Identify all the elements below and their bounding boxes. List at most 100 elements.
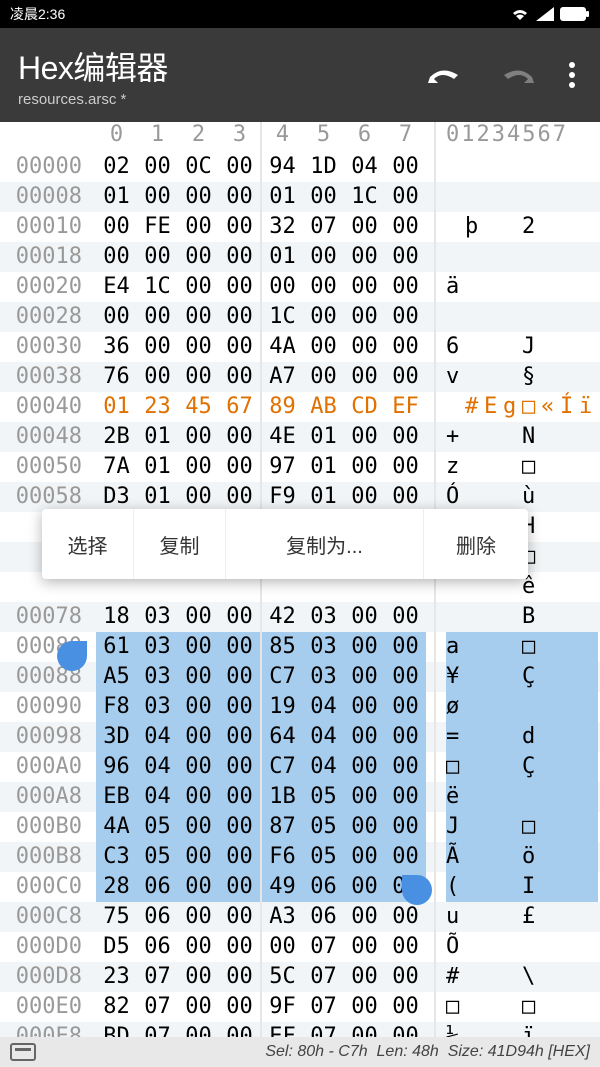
hex-cell[interactable]: 00 xyxy=(344,452,385,482)
hex-cell[interactable]: EB xyxy=(96,782,137,812)
hex-cell[interactable]: 04 xyxy=(137,752,178,782)
ascii-cell[interactable] xyxy=(503,722,522,752)
ascii-cell[interactable] xyxy=(541,272,560,302)
ascii-cell[interactable] xyxy=(560,662,579,692)
ascii-cell[interactable]: ë xyxy=(446,782,465,812)
ascii-cell[interactable] xyxy=(579,812,598,842)
hex-cell[interactable]: 01 xyxy=(137,452,178,482)
ascii-cell[interactable] xyxy=(579,362,598,392)
ascii-cell[interactable] xyxy=(541,782,560,812)
hex-cell[interactable]: E4 xyxy=(96,272,137,302)
hex-cell[interactable]: 00 xyxy=(344,362,385,392)
ascii-cell[interactable]: □ xyxy=(446,992,465,1022)
ascii-cell[interactable] xyxy=(503,212,522,242)
ascii-cell[interactable] xyxy=(503,632,522,662)
hex-cell[interactable]: 00 xyxy=(303,182,344,212)
ascii-cell[interactable] xyxy=(541,572,560,602)
hex-cell[interactable]: 00 xyxy=(219,632,260,662)
ascii-cell[interactable] xyxy=(465,482,484,512)
ascii-cell[interactable] xyxy=(560,752,579,782)
ascii-cell[interactable]: 6 xyxy=(446,332,465,362)
ascii-cell[interactable] xyxy=(465,782,484,812)
hex-cell[interactable]: C7 xyxy=(262,752,303,782)
hex-cell[interactable]: 3D xyxy=(96,722,137,752)
ascii-cell[interactable] xyxy=(522,242,541,272)
ascii-cell[interactable] xyxy=(503,242,522,272)
ascii-cell[interactable] xyxy=(446,302,465,332)
hex-cell[interactable]: 00 xyxy=(178,272,219,302)
hex-row[interactable]: 000180000000001000000 xyxy=(0,242,600,272)
ascii-cell[interactable] xyxy=(560,182,579,212)
hex-cell[interactable]: 01 xyxy=(262,242,303,272)
hex-row[interactable]: 000B8C3050000F6050000Ãö xyxy=(0,842,600,872)
hex-row[interactable]: 000C02806000049060000(I xyxy=(0,872,600,902)
hex-cell[interactable]: 00 xyxy=(178,722,219,752)
ascii-cell[interactable] xyxy=(579,512,598,542)
ascii-cell[interactable] xyxy=(560,602,579,632)
hex-cell[interactable]: 00 xyxy=(178,872,219,902)
hex-cell[interactable]: 4E xyxy=(262,422,303,452)
ascii-cell[interactable] xyxy=(484,692,503,722)
ascii-cell[interactable] xyxy=(484,242,503,272)
hex-cell[interactable]: 00 xyxy=(344,782,385,812)
ascii-cell[interactable] xyxy=(560,782,579,812)
ascii-cell[interactable] xyxy=(484,662,503,692)
ascii-cell[interactable] xyxy=(560,962,579,992)
hex-cell[interactable]: 00 xyxy=(219,332,260,362)
ascii-cell[interactable] xyxy=(579,272,598,302)
menu-select[interactable]: 选择 xyxy=(42,509,134,579)
ascii-cell[interactable] xyxy=(522,302,541,332)
hex-cell[interactable]: 00 xyxy=(385,482,426,512)
hex-cell[interactable]: 04 xyxy=(303,692,344,722)
hex-cell[interactable]: 05 xyxy=(137,842,178,872)
hex-cell[interactable]: 00 xyxy=(303,242,344,272)
hex-cell[interactable]: 04 xyxy=(303,752,344,782)
ascii-cell[interactable] xyxy=(541,632,560,662)
hex-cell[interactable]: 42 xyxy=(262,602,303,632)
hex-cell[interactable]: 01 xyxy=(303,482,344,512)
hex-cell[interactable]: 05 xyxy=(303,842,344,872)
ascii-cell[interactable] xyxy=(503,362,522,392)
hex-cell[interactable]: 00 xyxy=(385,182,426,212)
ascii-cell[interactable] xyxy=(484,362,503,392)
hex-row[interactable]: 000983D04000064040000=d xyxy=(0,722,600,752)
ascii-cell[interactable]: « xyxy=(541,392,560,422)
hex-cell[interactable]: 00 xyxy=(178,842,219,872)
ascii-cell[interactable] xyxy=(484,752,503,782)
hex-cell[interactable]: 00 xyxy=(385,242,426,272)
hex-cell[interactable]: 03 xyxy=(137,692,178,722)
ascii-cell[interactable] xyxy=(541,212,560,242)
hex-row[interactable]: 00030360000004A0000006J xyxy=(0,332,600,362)
ascii-cell[interactable] xyxy=(522,932,541,962)
ascii-cell[interactable]: \ xyxy=(522,962,541,992)
ascii-cell[interactable] xyxy=(560,152,579,182)
ascii-cell[interactable]: □ xyxy=(522,992,541,1022)
hex-cell[interactable]: 00 xyxy=(137,332,178,362)
ascii-cell[interactable]: Í xyxy=(560,392,579,422)
ascii-cell[interactable] xyxy=(579,242,598,272)
hex-cell[interactable]: 00 xyxy=(385,302,426,332)
ascii-cell[interactable] xyxy=(579,872,598,902)
ascii-cell[interactable]: N xyxy=(522,422,541,452)
hex-row[interactable]: 0003876000000A7000000v§ xyxy=(0,362,600,392)
hex-cell[interactable]: 03 xyxy=(303,662,344,692)
hex-cell[interactable]: F6 xyxy=(262,842,303,872)
ascii-cell[interactable] xyxy=(484,272,503,302)
hex-cell[interactable]: 03 xyxy=(303,632,344,662)
hex-row[interactable]: 000A096040000C7040000□Ç xyxy=(0,752,600,782)
hex-cell[interactable]: 03 xyxy=(137,602,178,632)
ascii-cell[interactable] xyxy=(541,902,560,932)
ascii-cell[interactable] xyxy=(446,602,465,632)
ascii-cell[interactable] xyxy=(541,842,560,872)
ascii-cell[interactable]: þ xyxy=(465,212,484,242)
ascii-cell[interactable] xyxy=(484,842,503,872)
ascii-cell[interactable] xyxy=(465,452,484,482)
ascii-cell[interactable]: ( xyxy=(446,872,465,902)
hex-cell[interactable]: 00 xyxy=(219,662,260,692)
ascii-cell[interactable] xyxy=(465,182,484,212)
hex-cell[interactable]: 00 xyxy=(178,422,219,452)
ascii-cell[interactable]: 2 xyxy=(522,212,541,242)
ascii-cell[interactable] xyxy=(484,902,503,932)
hex-cell[interactable]: 1C xyxy=(262,302,303,332)
hex-cell[interactable]: 00 xyxy=(219,452,260,482)
